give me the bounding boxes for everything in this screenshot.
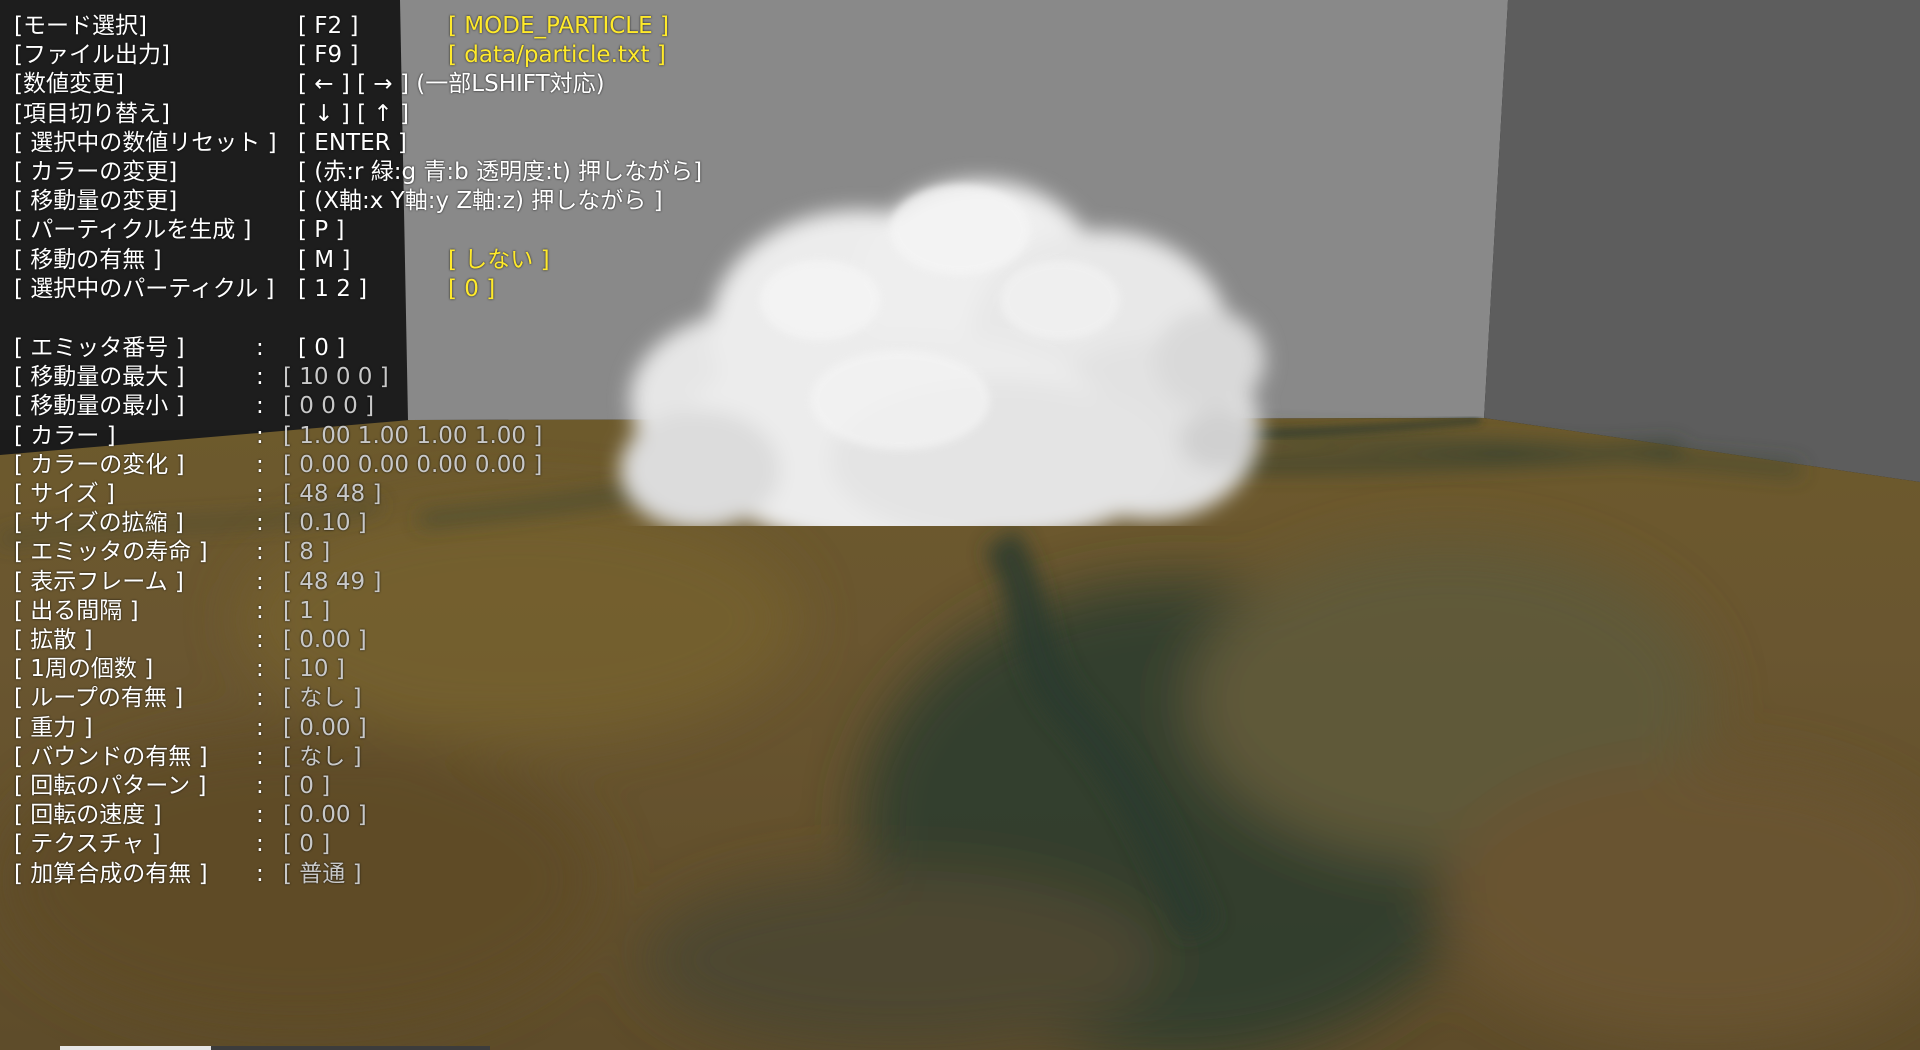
param-colon: : [256,831,264,858]
param-label: [ 移動量の最小 ] [14,393,185,420]
control-label: [ファイル出力] [14,42,170,69]
param-label: [ 移動量の最大 ] [14,364,185,391]
param-label: [ 1周の個数 ] [14,656,154,683]
param-value: [ 0 0 0 ] [283,393,375,420]
param-label: [ ループの有無 ] [14,685,184,712]
param-colon: : [256,510,264,537]
param-value: [ なし ] [283,743,362,770]
param-colon: : [256,597,264,624]
param-label: [ 出る間隔 ] [14,597,139,624]
control-key: [ ENTER ] [298,129,407,156]
param-label: [ 加算合成の有無 ] [14,860,208,887]
param-colon: : [256,656,264,683]
param-label: [ 回転のパターン ] [14,773,207,799]
control-label: [ パーティクルを生成 ] [14,217,252,244]
param-value: [ 8 ] [283,539,331,566]
param-colon: : [256,481,264,507]
debug-hud: [モード選択] [ F2 ] [ MODE_PARTICLE ] [ファイル出力] [ … [0,0,1920,1050]
param-colon: : [256,364,264,391]
param-value: [ 0 ] [298,335,346,361]
control-key: [ (赤:r 緑:g 青:b 透明度:t) 押しながら] [298,159,703,185]
control-value: [ しない ] [448,246,550,273]
param-value: [ 0.00 0.00 0.00 0.00 ] [283,451,543,478]
param-colon: : [256,451,264,478]
progress-bar [60,1046,490,1050]
param-colon: : [256,860,264,887]
param-label: [ 回転の速度 ] [14,802,162,829]
control-label: [ カラーの変更] [14,159,178,185]
param-value: [ 0 ] [283,831,331,858]
param-value: [ 0.00 ] [283,802,367,829]
param-colon: : [256,802,264,829]
param-colon: : [256,539,264,566]
control-key: [ 1 2 ] [298,275,368,302]
control-key: [ M ] [298,246,351,273]
control-key: [ ↓ ] [ ↑ ] [298,100,409,127]
param-colon: : [256,714,264,741]
param-value: [ 10 0 0 ] [283,364,389,391]
param-colon: : [256,685,264,712]
param-label: [ 拡散 ] [14,627,93,653]
param-label: [ エミッタの寿命 ] [14,539,208,566]
control-label: [ 選択中の数値リセット ] [14,129,277,156]
param-colon: : [256,743,264,770]
control-label: [モード選択] [14,13,147,39]
param-value: [ 48 49 ] [283,568,382,595]
control-label: [ 選択中のパーティクル ] [14,275,275,302]
param-label: [ 重力 ] [14,714,93,741]
param-label: [ サイズ ] [14,481,115,507]
control-key: [ P ] [298,217,345,244]
control-label: [数値変更] [14,71,124,98]
param-label: [ テクスチャ ] [14,831,161,858]
param-label: [ 表示フレーム ] [14,568,184,595]
param-value: [ なし ] [283,685,362,712]
control-label: [項目切り替え] [14,100,170,127]
param-colon: : [256,422,264,449]
param-value: [ 1.00 1.00 1.00 1.00 ] [283,422,543,449]
control-key: [ F2 ] [298,13,359,39]
control-label: [ 移動量の変更] [14,188,178,215]
param-label: [ バウンドの有無 ] [14,743,208,770]
param-colon: : [256,773,264,799]
param-colon: : [256,568,264,595]
control-value: [ data/particle.txt ] [448,42,666,69]
param-value: [ 0 ] [283,773,331,799]
param-colon: : [256,627,264,653]
param-label: [ カラーの変化 ] [14,451,185,478]
control-key: [ (X軸:x Y軸:y Z軸:z) 押しながら ] [298,188,663,215]
param-label: [ カラー ] [14,422,116,449]
param-value: [ 1 ] [283,597,331,624]
control-label: [ 移動の有無 ] [14,246,162,273]
param-label: [ サイズの拡縮 ] [14,510,184,537]
param-value: [ 48 48 ] [283,481,382,507]
control-key: [ F9 ] [298,42,359,69]
param-value: [ 10 ] [283,656,345,683]
control-value: [ 0 ] [448,275,496,302]
param-value: [ 0.00 ] [283,627,367,653]
control-value: [ MODE_PARTICLE ] [448,13,669,39]
progress-fill [60,1046,211,1050]
param-value: [ 0.00 ] [283,714,367,741]
param-value: [ 普通 ] [283,860,362,887]
param-label: [ エミッタ番号 ] [14,335,185,361]
control-key: [ ← ] [ → ] (一部LSHIFT対応) [298,71,605,98]
param-colon: : [256,393,264,420]
param-colon: : [256,335,264,361]
param-value: [ 0.10 ] [283,510,367,537]
